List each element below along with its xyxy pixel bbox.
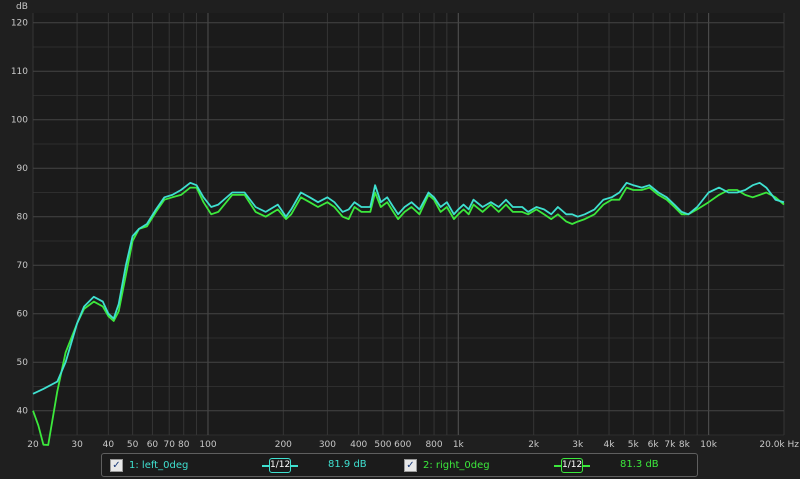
legend-item-left[interactable]: ✓ 1: left_0deg	[110, 454, 188, 476]
x-tick-label: 60	[147, 440, 159, 450]
x-tick-label: 200	[275, 440, 292, 450]
x-tick-label: 300	[319, 440, 336, 450]
x-tick-label: 100	[199, 440, 216, 450]
legend-label: 1: left_0deg	[129, 459, 189, 471]
x-tick-label: 600	[394, 440, 411, 450]
x-tick-label: 80	[178, 440, 190, 450]
frequency-response-chart: 405060708090100110120 20 30 40 50 60 70 80 100 2…	[11, 2, 799, 450]
checkbox-icon[interactable]: ✓	[110, 458, 123, 472]
y-tick-label: 120	[11, 19, 28, 29]
x-tick-label: 30	[71, 440, 83, 450]
y-tick-label: 70	[17, 261, 29, 271]
y-tick-label: 50	[17, 358, 29, 368]
x-tick-label: 1k	[453, 440, 465, 450]
smoothing-indicator[interactable]: 1/12	[262, 458, 298, 474]
x-tick-label: 800	[425, 440, 442, 450]
y-tick-label: 100	[11, 116, 28, 126]
x-tick-label: 20	[27, 440, 39, 450]
legend-value: 81.9 dB	[328, 459, 367, 470]
x-tick-label: 7k	[664, 440, 676, 450]
x-tick-label: 20.0k Hz	[759, 440, 799, 450]
y-tick-label: 40	[17, 407, 29, 417]
legend-label: 2: right_0deg	[423, 459, 490, 471]
x-tick-label: 4k	[604, 440, 616, 450]
checkbox-icon[interactable]: ✓	[404, 458, 417, 472]
x-tick-label: 40	[103, 440, 115, 450]
x-tick-label: 50	[127, 440, 139, 450]
x-tick-label: 500	[374, 440, 391, 450]
legend-value: 81.3 dB	[620, 459, 659, 470]
y-tick-label: 80	[17, 213, 29, 223]
chart-window: 40 50 60 70 80 90 100 110 120 20 30 40 50 60 70 80 100 2…	[0, 0, 800, 479]
x-tick-label: 2k	[528, 440, 540, 450]
x-tick-label: 6k	[648, 440, 660, 450]
x-axis-ticks: 20 30 40 50 60 70 80 100 200 300 400 500 600 800 1k 2k 3…	[27, 440, 799, 450]
x-tick-label: 8k	[679, 440, 691, 450]
y-tick-label: 110	[11, 67, 28, 77]
y-axis-unit-label: dB	[16, 2, 28, 12]
y-tick-label: 60	[17, 310, 29, 320]
legend: ✓ 1: left_0deg 1/12 81.9 dB ✓ 2: right_0…	[101, 453, 698, 477]
legend-item-right[interactable]: ✓ 2: right_0deg	[404, 454, 490, 476]
smoothing-label: 1/12	[561, 458, 583, 473]
x-tick-label: 10k	[700, 440, 717, 450]
x-tick-label: 5k	[628, 440, 640, 450]
smoothing-indicator[interactable]: 1/12	[554, 458, 590, 474]
x-tick-label: 70	[163, 440, 175, 450]
y-tick-label: 90	[17, 164, 29, 174]
x-tick-label: 3k	[572, 440, 584, 450]
smoothing-label: 1/12	[269, 458, 291, 473]
x-tick-label: 400	[350, 440, 367, 450]
